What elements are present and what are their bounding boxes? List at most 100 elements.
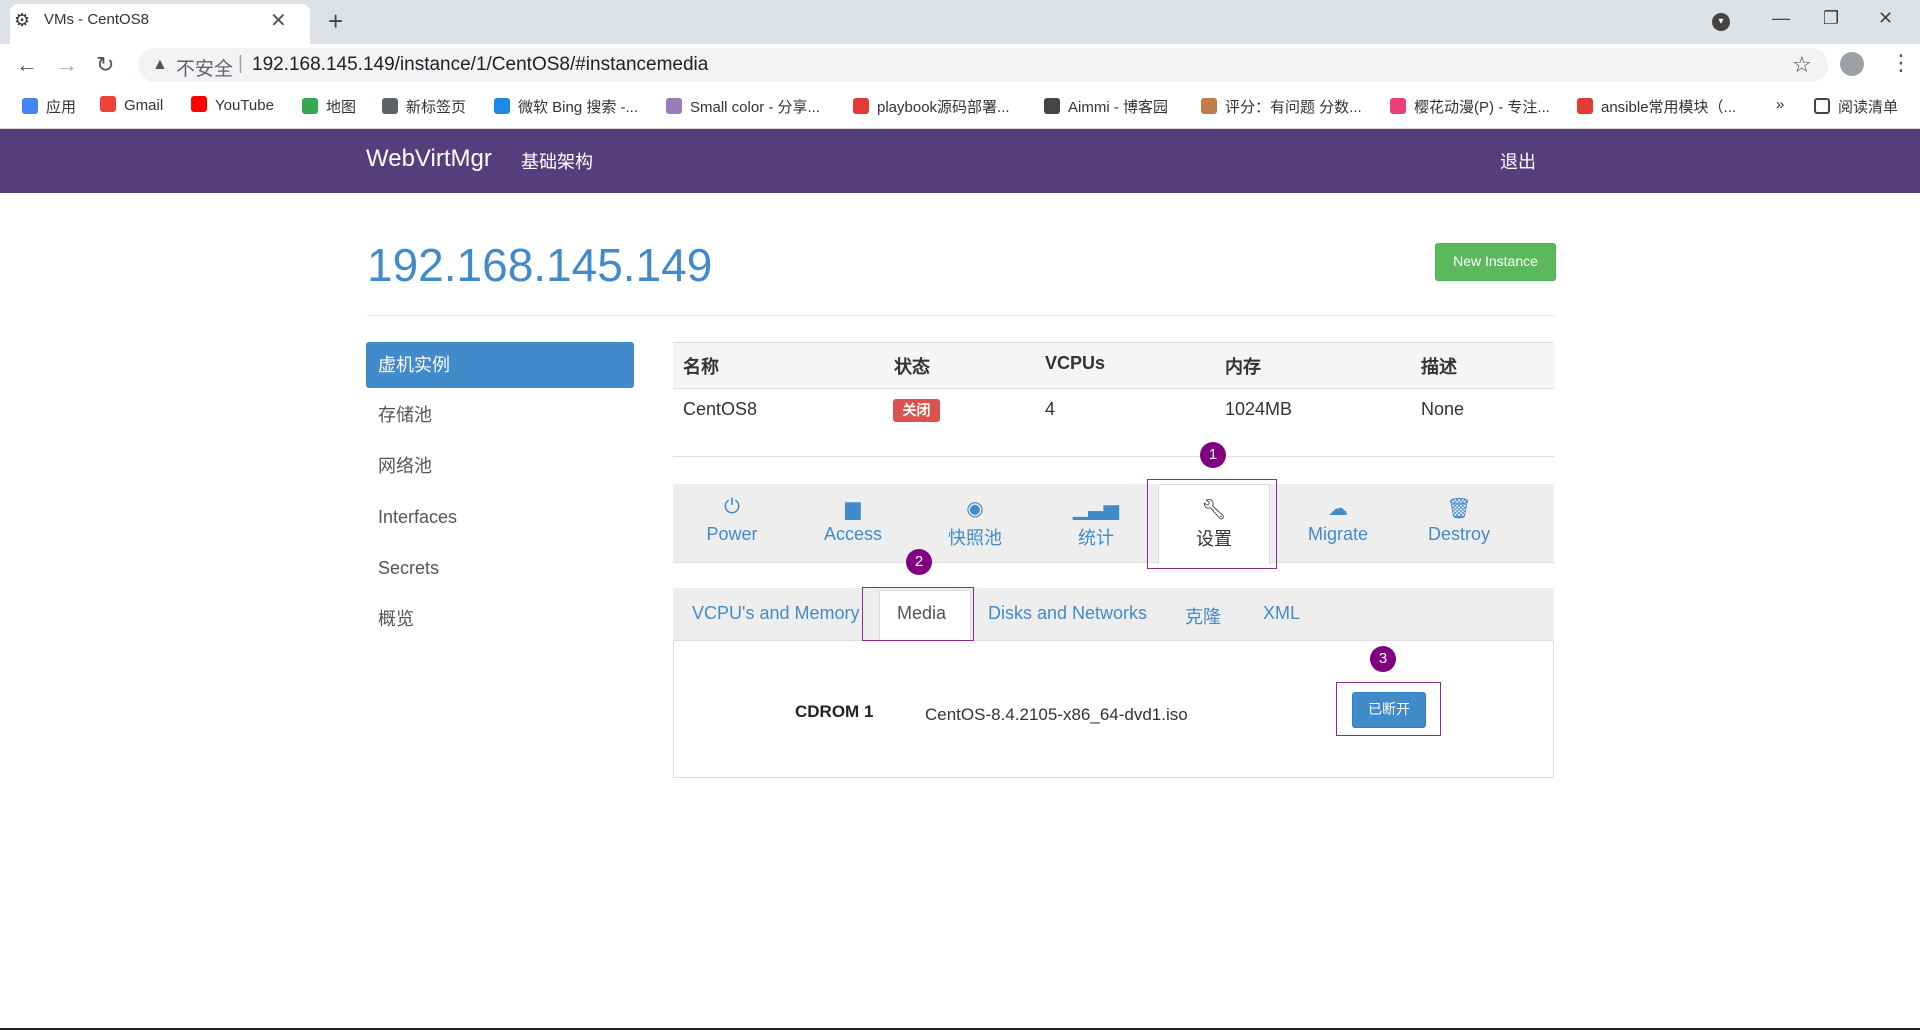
url-text[interactable]: 192.168.145.149/instance/1/CentOS8/#inst… bbox=[252, 54, 708, 76]
bookmark-label: 新标签页 bbox=[406, 99, 467, 116]
divider bbox=[673, 456, 1554, 457]
forward-arrow-icon[interactable]: → bbox=[56, 52, 78, 78]
bookmark-item[interactable]: 新标签页 bbox=[382, 96, 466, 117]
camera-icon: ◉ bbox=[966, 498, 984, 520]
new-tab-icon[interactable]: + bbox=[328, 6, 343, 37]
sidebar-item-networks[interactable]: 网络池 bbox=[366, 443, 634, 489]
status-badge: 关闭 bbox=[893, 399, 940, 422]
column-header: 内存 bbox=[1225, 357, 1261, 377]
nav-infrastructure[interactable]: 基础架构 bbox=[521, 148, 593, 174]
column-header: 描述 bbox=[1421, 357, 1457, 377]
bookmark-label: Small color - 分享... bbox=[690, 99, 821, 116]
tab-power[interactable]: ⏻ Power bbox=[677, 484, 787, 562]
bookmark-star-icon[interactable]: ☆ bbox=[1792, 52, 1812, 78]
tab-title: VMs - CentOS8 bbox=[44, 11, 150, 28]
sidebar-item-interfaces[interactable]: Interfaces bbox=[366, 494, 634, 540]
instance-memory: 1024MB bbox=[1225, 399, 1293, 419]
annotation-marker: 2 bbox=[906, 549, 932, 575]
app-navbar bbox=[0, 129, 1920, 193]
bookmark-label: Aimmi - 博客园 bbox=[1068, 99, 1168, 116]
bookmark-item[interactable]: 微软 Bing 搜索 -... bbox=[494, 96, 638, 117]
bookmark-label: 微软 Bing 搜索 -... bbox=[518, 99, 639, 116]
subtab-disks-networks[interactable]: Disks and Networks bbox=[988, 603, 1147, 624]
tab-access[interactable]: ▆ Access bbox=[798, 484, 908, 562]
reload-icon[interactable]: ↻ bbox=[96, 52, 114, 78]
trash-icon: 🗑︎ bbox=[1446, 498, 1472, 520]
bookmark-favicon-icon bbox=[1044, 98, 1060, 114]
bookmark-favicon-icon bbox=[494, 98, 510, 114]
tab-search-icon[interactable]: ▾ bbox=[1712, 13, 1730, 31]
tab-label: Power bbox=[706, 524, 758, 544]
subtab-xml[interactable]: XML bbox=[1263, 603, 1300, 624]
minimize-icon[interactable]: — bbox=[1772, 8, 1790, 29]
bookmark-item[interactable]: YouTube bbox=[191, 96, 274, 114]
annotation-marker: 1 bbox=[1200, 442, 1226, 468]
bookmark-item[interactable]: playbook源码部署... bbox=[853, 96, 1010, 117]
bookmark-item[interactable]: 樱花动漫(P) - 专注... bbox=[1390, 96, 1550, 117]
new-instance-button[interactable]: New Instance bbox=[1435, 243, 1556, 281]
bookmark-label: 应用 bbox=[46, 99, 77, 116]
column-header: 状态 bbox=[894, 357, 930, 377]
tab-favicon-icon: ⚙ bbox=[14, 10, 31, 30]
bookmark-label: YouTube bbox=[215, 97, 274, 114]
warning-icon[interactable]: ▲ bbox=[152, 56, 168, 74]
sidebar-item-storage[interactable]: 存储池 bbox=[366, 392, 634, 438]
tab-snapshots[interactable]: ◉ 快照池 bbox=[920, 484, 1030, 562]
brand-link[interactable]: WebVirtMgr bbox=[366, 145, 492, 173]
reading-list-icon bbox=[1814, 98, 1830, 114]
back-arrow-icon[interactable]: ← bbox=[16, 52, 38, 78]
restore-icon[interactable]: ❐ bbox=[1823, 8, 1839, 29]
instance-vcpus: 4 bbox=[1045, 399, 1056, 419]
highlight-box bbox=[1336, 682, 1441, 736]
bookmark-label: playbook源码部署... bbox=[877, 99, 1010, 116]
highlight-box bbox=[862, 587, 974, 641]
subtab-vcpu-memory[interactable]: VCPU's and Memory bbox=[692, 603, 859, 624]
reading-list-label: 阅读清单 bbox=[1838, 99, 1899, 116]
bookmark-item[interactable]: 评分：有问题 分数... bbox=[1201, 96, 1362, 117]
bookmark-label: Gmail bbox=[124, 97, 164, 114]
window-close-icon[interactable]: ✕ bbox=[1878, 8, 1893, 29]
bookmark-favicon-icon bbox=[22, 98, 38, 114]
bookmark-favicon-icon bbox=[191, 96, 207, 112]
tab-migrate[interactable]: ☁ Migrate bbox=[1283, 484, 1393, 562]
power-icon: ⏻ bbox=[724, 496, 740, 518]
tab-label: 统计 bbox=[1078, 528, 1114, 548]
bookmark-favicon-icon bbox=[1201, 98, 1217, 114]
nav-logout[interactable]: 退出 bbox=[1500, 148, 1536, 174]
bookmark-favicon-icon bbox=[666, 98, 682, 114]
bookmark-label: ansible常用模块（... bbox=[1601, 99, 1737, 116]
reading-list[interactable]: 阅读清单 bbox=[1814, 96, 1898, 117]
highlight-box bbox=[1147, 479, 1277, 569]
bookmark-favicon-icon bbox=[100, 96, 116, 112]
more-bookmarks-icon[interactable]: » bbox=[1776, 96, 1784, 113]
cdrom-label: CDROM 1 bbox=[795, 702, 874, 721]
bookmark-item[interactable]: 应用 bbox=[22, 96, 76, 117]
tab-label: Migrate bbox=[1307, 524, 1369, 544]
sidebar-item-overview[interactable]: 概览 bbox=[366, 596, 634, 642]
bookmark-favicon-icon bbox=[302, 98, 318, 114]
tab-destroy[interactable]: 🗑︎ Destroy bbox=[1404, 484, 1514, 562]
bookmark-item[interactable]: 地图 bbox=[302, 96, 356, 117]
tab-label: 快照池 bbox=[948, 528, 1002, 548]
tab-label: Destroy bbox=[1427, 524, 1490, 544]
tab-close-icon[interactable]: ✕ bbox=[270, 8, 287, 33]
bookmark-favicon-icon bbox=[853, 98, 869, 114]
bookmark-item[interactable]: Gmail bbox=[100, 96, 163, 114]
insecure-label[interactable]: 不安全 bbox=[176, 54, 233, 81]
column-header: VCPUs bbox=[1045, 353, 1106, 373]
browser-menu-icon[interactable]: ⋮ bbox=[1890, 50, 1912, 76]
tab-stats[interactable]: ▁▃▅ 统计 bbox=[1041, 484, 1151, 562]
bookmark-label: 评分：有问题 分数... bbox=[1225, 99, 1362, 116]
profile-avatar-icon[interactable] bbox=[1840, 52, 1864, 76]
bookmark-item[interactable]: Small color - 分享... bbox=[666, 96, 820, 117]
subtab-clone[interactable]: 克隆 bbox=[1185, 603, 1221, 629]
bookmark-item[interactable]: Aimmi - 博客园 bbox=[1044, 96, 1168, 117]
instance-description: None bbox=[1421, 399, 1465, 419]
instance-name: CentOS8 bbox=[683, 399, 758, 419]
bookmark-label: 地图 bbox=[326, 99, 357, 116]
sidebar-item-instances[interactable]: 虚机实例 bbox=[366, 342, 634, 388]
bookmark-item[interactable]: ansible常用模块（... bbox=[1577, 96, 1736, 117]
sidebar-item-secrets[interactable]: Secrets bbox=[366, 545, 634, 591]
bookmark-favicon-icon bbox=[1577, 98, 1593, 114]
stats-icon: ▁▃▅ bbox=[1072, 498, 1120, 520]
